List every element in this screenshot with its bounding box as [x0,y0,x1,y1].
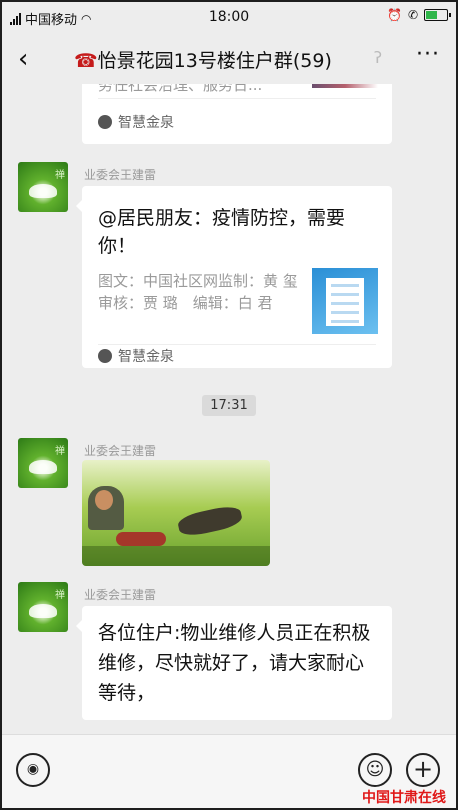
image-message[interactable] [82,460,270,566]
status-bar: 中国移动 ◠ 18:00 ⏰ ✆ [2,2,456,32]
battery-fill [426,11,437,19]
article-description: 图文：中国社区网监制：黄 玺 审核：贾 璐 编辑：白 君 [98,272,313,312]
timestamp-divider: 17:31 [2,394,456,416]
photo-pipe [116,532,166,546]
photo-person-head [95,490,113,510]
article-thumbnail [312,84,378,88]
sender-name: 业委会王建雷 [84,444,157,458]
sender-name: 业委会王建雷 [84,168,157,182]
input-bar: ◉ ☺ + 中国甘肃在线 [2,734,456,808]
photo-debris [176,503,244,539]
battery-icon [424,9,451,21]
lotus-graphic [29,460,57,474]
alarm-icon: ⏰ [386,8,402,22]
avatar-glyph: 禅 [55,446,65,457]
card-divider [98,344,376,345]
sender-name: 业委会王建雷 [84,588,157,602]
avatar[interactable]: 禅 [18,438,68,488]
watermark: 中国甘肃在线 [362,790,446,806]
chat-header: ‹ ☎怡景花园13号楼住户群(59) ʔ ··· [2,32,456,84]
lotus-graphic [29,604,57,618]
message-list[interactable]: 务任社会治理、服务日... 智慧金泉 禅 业委会王建雷 @居民朋友：疫情防控，需… [2,84,456,734]
photo-shadow [82,546,270,566]
voice-input-icon[interactable]: ◉ [16,753,50,787]
message-input[interactable] [64,751,346,791]
more-options-button[interactable]: ··· [416,42,440,67]
chat-title-text: 怡景花园13号楼住户群(59) [97,50,332,72]
lotus-graphic [29,184,57,198]
plus-icon[interactable]: + [406,753,440,787]
avatar-glyph: 禅 [55,590,65,601]
avatar[interactable]: 禅 [18,582,68,632]
thumbnail-document-graphic [326,278,364,326]
article-title: @居民朋友：疫情防控，需要你！ [98,207,346,257]
article-source-name: 智慧金泉 [118,115,174,131]
card-divider [98,98,376,99]
chat-title: ☎怡景花园13号楼住户群(59) [74,46,366,73]
hd-call-icon: ✆ [407,8,418,22]
back-button[interactable]: ‹ [18,44,28,74]
article-source-name: 智慧金泉 [118,349,174,365]
article-source: 智慧金泉 [98,112,174,132]
article-card-partial[interactable]: 务任社会治理、服务日... 智慧金泉 [82,84,392,144]
phone-icon: ☎ [74,50,98,72]
status-right: ⏰ ✆ [386,8,451,22]
text-message-bubble[interactable]: 各位住户:物业维修人员正在积极维修，尽快就好了，请大家耐心等待， [76,606,392,720]
source-logo-icon [98,349,112,363]
avatar-glyph: 禅 [55,170,65,181]
article-preview-text: 务任社会治理、服务日... [98,84,263,94]
emoji-icon[interactable]: ☺ [358,753,392,787]
article-source: 智慧金泉 [98,346,174,366]
source-logo-icon [98,115,112,129]
article-thumbnail [312,268,378,334]
article-card[interactable]: @居民朋友：疫情防控，需要你！ 图文：中国社区网监制：黄 玺 审核：贾 璐 编辑… [76,186,392,368]
earpiece-mode-icon: ʔ [373,48,382,67]
avatar[interactable]: 禅 [18,162,68,212]
timestamp-label: 17:31 [202,395,256,416]
